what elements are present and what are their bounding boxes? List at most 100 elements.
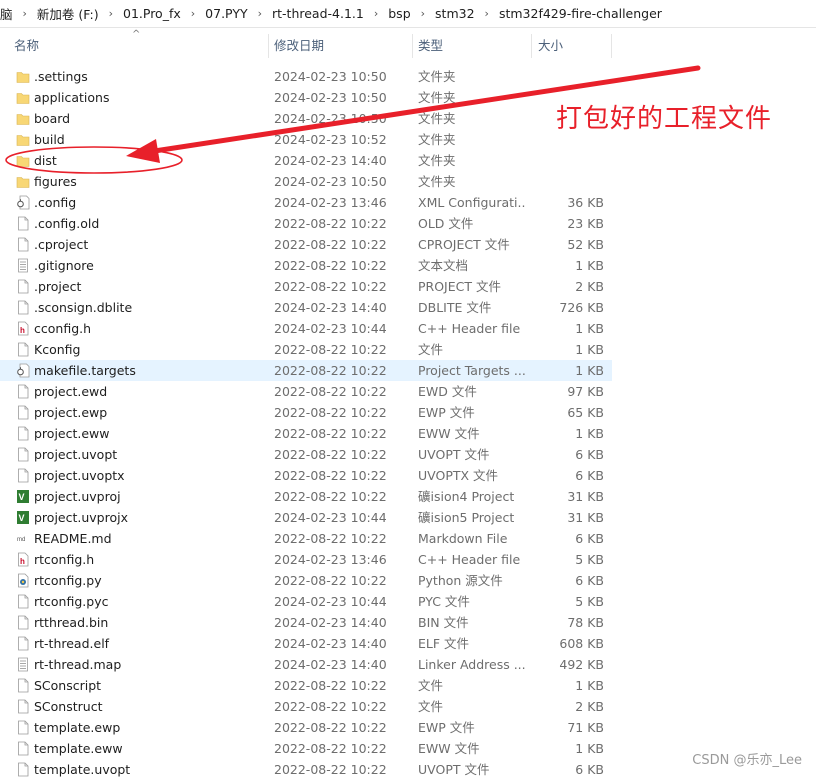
- file-row[interactable]: template.ewp 2022-08-22 10:22 EWP 文件 71 KB: [0, 717, 612, 738]
- file-row[interactable]: Kconfig 2022-08-22 10:22 文件 1 KB: [0, 339, 612, 360]
- file-row[interactable]: makefile.targets 2022-08-22 10:22 Project …: [0, 360, 612, 381]
- file-row[interactable]: SConstruct 2022-08-22 10:22 文件 2 KB: [0, 696, 612, 717]
- file-modified-date: 2022-08-22 10:22: [274, 573, 387, 588]
- file-name: rtconfig.pyc: [34, 594, 109, 609]
- file-row[interactable]: project.ewd 2022-08-22 10:22 EWD 文件 97 KB: [0, 381, 612, 402]
- file-size: 5 KB: [575, 552, 604, 567]
- file-row[interactable]: board 2024-02-23 10:50 文件夹: [0, 108, 612, 129]
- file-modified-date: 2022-08-22 10:22: [274, 342, 387, 357]
- python-file-icon: [16, 573, 30, 588]
- file-modified-date: 2022-08-22 10:22: [274, 678, 387, 693]
- column-divider[interactable]: [611, 34, 612, 58]
- file-name: .gitignore: [34, 258, 94, 273]
- file-row[interactable]: build 2024-02-23 10:52 文件夹: [0, 129, 612, 150]
- file-name: makefile.targets: [34, 363, 136, 378]
- file-row[interactable]: .gitignore 2022-08-22 10:22 文本文档 1 KB: [0, 255, 612, 276]
- file-row[interactable]: rtthread.bin 2024-02-23 14:40 BIN 文件 78 KB: [0, 612, 612, 633]
- file-name: rt-thread.elf: [34, 636, 110, 651]
- breadcrumb-item[interactable]: 07.PYY: [201, 6, 251, 21]
- breadcrumb-item[interactable]: stm32: [431, 6, 479, 21]
- file-row[interactable]: SConscript 2022-08-22 10:22 文件 1 KB: [0, 675, 612, 696]
- column-header-size[interactable]: 大小: [538, 30, 563, 62]
- file-type: Project Targets ...: [418, 363, 526, 378]
- breadcrumb-item[interactable]: 01.Pro_fx: [119, 6, 185, 21]
- folder-icon: [16, 153, 30, 168]
- file-icon: [16, 762, 30, 777]
- file-name: project.uvproj: [34, 489, 121, 504]
- file-icon: [16, 237, 30, 252]
- folder-icon: [16, 132, 30, 147]
- column-divider[interactable]: [412, 34, 413, 58]
- file-row[interactable]: rt-thread.elf 2024-02-23 14:40 ELF 文件 608 K…: [0, 633, 612, 654]
- file-name: template.uvopt: [34, 762, 131, 777]
- file-modified-date: 2022-08-22 10:22: [274, 237, 387, 252]
- file-name: cconfig.h: [34, 321, 92, 336]
- breadcrumb-separator-icon[interactable]: ›: [368, 7, 384, 20]
- file-row[interactable]: .project 2022-08-22 10:22 PROJECT 文件 2 KB: [0, 276, 612, 297]
- breadcrumb-item[interactable]: rt-thread-4.1.1: [268, 6, 368, 21]
- file-row[interactable]: h rtconfig.h 2024-02-23 13:46 C++ Header fi…: [0, 549, 612, 570]
- file-icon: [16, 594, 30, 609]
- file-size: 1 KB: [575, 258, 604, 273]
- file-row[interactable]: Vproject.uvprojx 2024-02-23 10:44 礦ision5 …: [0, 507, 612, 528]
- file-name: .config: [34, 195, 77, 210]
- file-modified-date: 2022-08-22 10:22: [274, 216, 387, 231]
- file-size: 31 KB: [567, 510, 604, 525]
- breadcrumb-item[interactable]: 脑: [0, 4, 17, 23]
- column-header-type[interactable]: 类型: [418, 30, 443, 62]
- file-name: SConscript: [34, 678, 102, 693]
- breadcrumb-separator-icon[interactable]: ›: [185, 7, 201, 20]
- file-modified-date: 2022-08-22 10:22: [274, 447, 387, 462]
- column-header-date[interactable]: 修改日期: [274, 30, 324, 62]
- file-modified-date: 2022-08-22 10:22: [274, 699, 387, 714]
- breadcrumb-item[interactable]: 新加卷 (F:): [33, 4, 103, 23]
- breadcrumb-separator-icon[interactable]: ›: [479, 7, 495, 20]
- file-row[interactable]: .cproject 2022-08-22 10:22 CPROJECT 文件 52 K…: [0, 234, 612, 255]
- folder-icon: [16, 174, 30, 189]
- file-row[interactable]: .config.old 2022-08-22 10:22 OLD 文件 23 KB: [0, 213, 612, 234]
- keil-project-icon: V: [16, 489, 30, 504]
- file-name: project.ewp: [34, 405, 108, 420]
- file-row[interactable]: md README.md 2022-08-22 10:22 Markdown File…: [0, 528, 612, 549]
- file-type: Markdown File: [418, 531, 508, 546]
- file-name: applications: [34, 90, 110, 105]
- file-row[interactable]: .config 2024-02-23 13:46 XML Configurati..…: [0, 192, 612, 213]
- file-name: project.uvprojx: [34, 510, 128, 525]
- file-row[interactable]: rtconfig.py 2022-08-22 10:22 Python 源文件 6 K…: [0, 570, 612, 591]
- file-row[interactable]: project.uvoptx 2022-08-22 10:22 UVOPTX 文件 6…: [0, 465, 612, 486]
- file-row[interactable]: template.uvopt 2022-08-22 10:22 UVOPT 文件 6 …: [0, 759, 612, 780]
- file-row[interactable]: h cconfig.h 2024-02-23 10:44 C++ Header fil…: [0, 318, 612, 339]
- breadcrumb-item[interactable]: stm32f429-fire-challenger: [495, 6, 666, 21]
- file-size: 492 KB: [559, 657, 604, 672]
- breadcrumb-separator-icon[interactable]: ›: [415, 7, 431, 20]
- svg-text:md: md: [17, 537, 25, 543]
- breadcrumb-separator-icon[interactable]: ›: [17, 7, 33, 20]
- file-row[interactable]: figures 2024-02-23 10:50 文件夹: [0, 171, 612, 192]
- column-divider[interactable]: [268, 34, 269, 58]
- file-modified-date: 2024-02-23 14:40: [274, 636, 387, 651]
- file-row[interactable]: rtconfig.pyc 2024-02-23 10:44 PYC 文件 5 KB: [0, 591, 612, 612]
- file-row[interactable]: applications 2024-02-23 10:50 文件夹: [0, 87, 612, 108]
- column-divider[interactable]: [531, 34, 532, 58]
- file-row[interactable]: project.ewp 2022-08-22 10:22 EWP 文件 65 KB: [0, 402, 612, 423]
- file-size: 1 KB: [575, 426, 604, 441]
- file-row[interactable]: .sconsign.dblite 2024-02-23 14:40 DBLITE 文…: [0, 297, 612, 318]
- file-name: build: [34, 132, 65, 147]
- file-modified-date: 2024-02-23 10:52: [274, 132, 387, 147]
- config-file-icon: [16, 363, 30, 378]
- file-row[interactable]: rt-thread.map 2024-02-23 14:40 Linker Addr…: [0, 654, 612, 675]
- file-row[interactable]: Vproject.uvproj 2022-08-22 10:22 礦ision4 P…: [0, 486, 612, 507]
- file-row[interactable]: .settings 2024-02-23 10:50 文件夹: [0, 66, 612, 87]
- file-modified-date: 2022-08-22 10:22: [274, 762, 387, 777]
- file-row[interactable]: project.eww 2022-08-22 10:22 EWW 文件 1 KB: [0, 423, 612, 444]
- file-row[interactable]: project.uvopt 2022-08-22 10:22 UVOPT 文件 6 K…: [0, 444, 612, 465]
- breadcrumb-separator-icon[interactable]: ›: [103, 7, 119, 20]
- file-modified-date: 2022-08-22 10:22: [274, 258, 387, 273]
- file-row[interactable]: dist 2024-02-23 14:40 文件夹: [0, 150, 612, 171]
- breadcrumb-item[interactable]: bsp: [384, 6, 414, 21]
- column-header-name[interactable]: 名称: [14, 30, 39, 62]
- sort-ascending-icon: ^: [132, 29, 141, 40]
- breadcrumb-separator-icon[interactable]: ›: [252, 7, 268, 20]
- file-row[interactable]: template.eww 2022-08-22 10:22 EWW 文件 1 KB: [0, 738, 612, 759]
- file-size: 78 KB: [567, 615, 604, 630]
